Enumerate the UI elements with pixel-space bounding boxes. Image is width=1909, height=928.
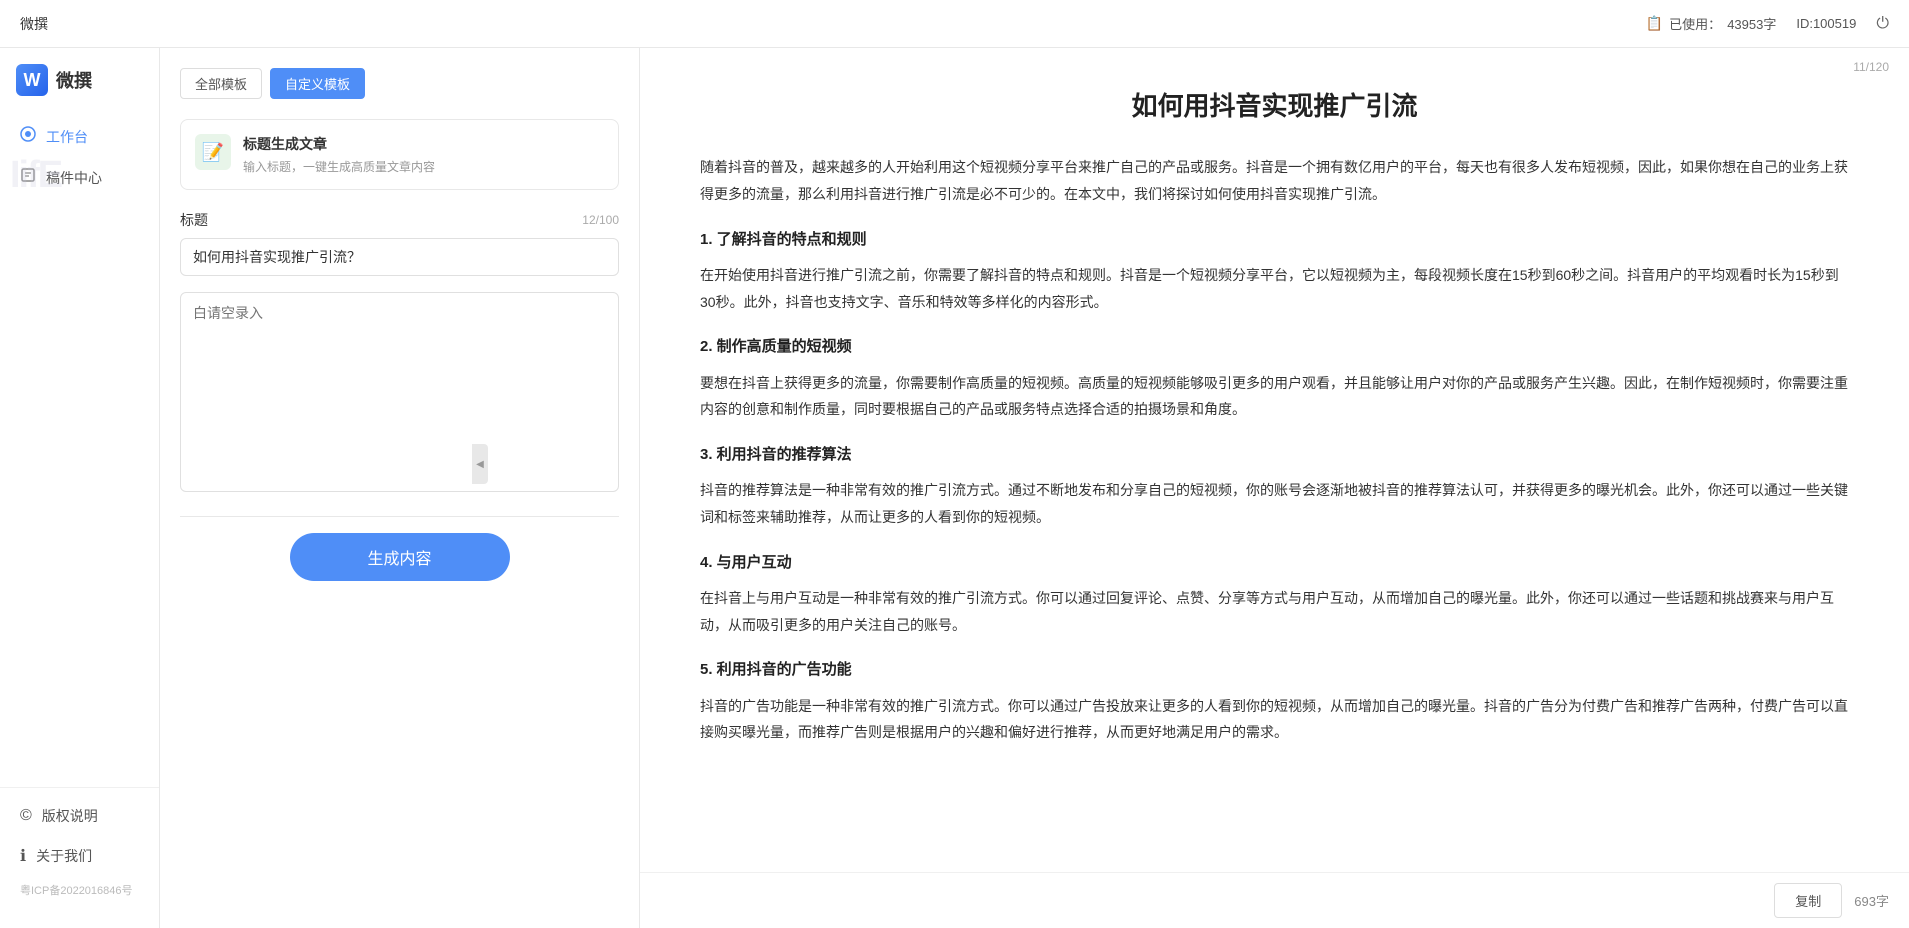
tab-custom-templates[interactable]: 自定义模板 [270, 68, 365, 99]
content-area: IifE 全部模板 自定义模板 📝 标题生成文章 输入标题，一键生成高质量文章内… [160, 48, 1909, 928]
article-heading: 3. 利用抖音的推荐算法 [700, 441, 1849, 470]
title-field-label: 标题 12/100 [180, 210, 619, 230]
template-card-content: 标题生成文章 输入标题，一键生成高质量文章内容 [243, 134, 604, 175]
sidebar-item-workbench[interactable]: 工作台 [0, 116, 159, 157]
page-count: 11/120 [1853, 60, 1889, 74]
about-label: 关于我们 [36, 846, 92, 866]
word-count: 693字 [1854, 891, 1889, 910]
logo-icon: W [16, 64, 48, 96]
template-card-desc: 输入标题，一键生成高质量文章内容 [243, 158, 604, 175]
article-paragraph: 在抖音上与用户互动是一种非常有效的推广引流方式。你可以通过回复评论、点赞、分享等… [700, 585, 1849, 638]
article-paragraph: 要想在抖音上获得更多的流量，你需要制作高质量的短视频。高质量的短视频能够吸引更多… [700, 370, 1849, 423]
sidebar-item-drafts[interactable]: 稿件中心 [0, 157, 159, 198]
header-right: 📋 已使用： 43953字 ID:100519 ⏻ [1646, 14, 1889, 33]
sidebar-bottom: © 版权说明 ℹ 关于我们 粤ICP备2022016846号 [0, 787, 159, 912]
about-icon: ℹ [20, 846, 26, 866]
article-paragraph: 在开始使用抖音进行推广引流之前，你需要了解抖音的特点和规则。抖音是一个短视频分享… [700, 262, 1849, 315]
article-paragraph: 随着抖音的普及，越来越多的人开始利用这个短视频分享平台来推广自己的产品或服务。抖… [700, 154, 1849, 207]
article-heading: 2. 制作高质量的短视频 [700, 333, 1849, 362]
article-paragraph: 抖音的推荐算法是一种非常有效的推广引流方式。通过不断地发布和分享自己的短视频，你… [700, 477, 1849, 530]
sidebar-item-about[interactable]: ℹ 关于我们 [0, 836, 159, 876]
workbench-label: 工作台 [46, 127, 88, 147]
icp-text: 粤ICP备2022016846号 [0, 876, 159, 904]
usage-info: 📋 已使用： 43953字 [1646, 14, 1777, 33]
right-panel-footer: 复制 693字 [640, 872, 1909, 928]
drafts-label: 稿件中心 [46, 168, 102, 188]
title-char-count: 12/100 [582, 213, 619, 227]
divider [180, 516, 619, 517]
main-layout: W 微撰 工作台 稿件中心 [0, 48, 1909, 928]
title-input[interactable] [180, 238, 619, 276]
article-paragraph: 抖音的广告功能是一种非常有效的推广引流方式。你可以通过广告投放来让更多的人看到你… [700, 693, 1849, 746]
article-body: 随着抖音的普及，越来越多的人开始利用这个短视频分享平台来推广自己的产品或服务。抖… [700, 154, 1849, 746]
usage-value: 43953字 [1727, 14, 1776, 33]
copy-button[interactable]: 复制 [1774, 883, 1842, 918]
logo-name: 微撰 [56, 67, 92, 93]
article-heading: 4. 与用户互动 [700, 549, 1849, 578]
template-card-icon: 📝 [195, 134, 231, 170]
article-heading: 5. 利用抖音的广告功能 [700, 656, 1849, 685]
title-label-text: 标题 [180, 210, 208, 230]
top-header: 微撰 📋 已使用： 43953字 ID:100519 ⏻ [0, 0, 1909, 48]
copyright-icon: © [20, 807, 32, 825]
drafts-icon [20, 167, 36, 188]
user-id: ID:100519 [1796, 16, 1856, 31]
sidebar-item-copyright[interactable]: © 版权说明 [0, 796, 159, 836]
article-content: 11/120 如何用抖音实现推广引流 随着抖音的普及，越来越多的人开始利用这个短… [640, 48, 1909, 872]
usage-label: 已使用： [1669, 14, 1721, 33]
right-panel: 11/120 如何用抖音实现推广引流 随着抖音的普及，越来越多的人开始利用这个短… [640, 48, 1909, 928]
left-panel: IifE 全部模板 自定义模板 📝 标题生成文章 输入标题，一键生成高质量文章内… [160, 48, 640, 928]
header-title: 微撰 [20, 14, 48, 34]
power-icon[interactable]: ⏻ [1876, 15, 1889, 33]
template-card[interactable]: 📝 标题生成文章 输入标题，一键生成高质量文章内容 [180, 119, 619, 190]
tab-all-templates[interactable]: 全部模板 [180, 68, 262, 99]
article-heading: 1. 了解抖音的特点和规则 [700, 226, 1849, 255]
template-card-title: 标题生成文章 [243, 134, 604, 154]
document-icon: 📋 [1646, 15, 1663, 32]
article-title: 如何用抖音实现推广引流 [700, 88, 1849, 124]
generate-btn[interactable]: 生成内容 [290, 533, 510, 581]
workbench-icon [20, 126, 36, 147]
copyright-label: 版权说明 [42, 806, 98, 826]
sidebar: W 微撰 工作台 稿件中心 [0, 48, 160, 928]
logo-area: W 微撰 [0, 64, 159, 116]
template-tabs: 全部模板 自定义模板 [180, 68, 619, 99]
collapse-arrow[interactable]: ◀ [472, 444, 488, 484]
content-textarea[interactable] [180, 292, 619, 492]
